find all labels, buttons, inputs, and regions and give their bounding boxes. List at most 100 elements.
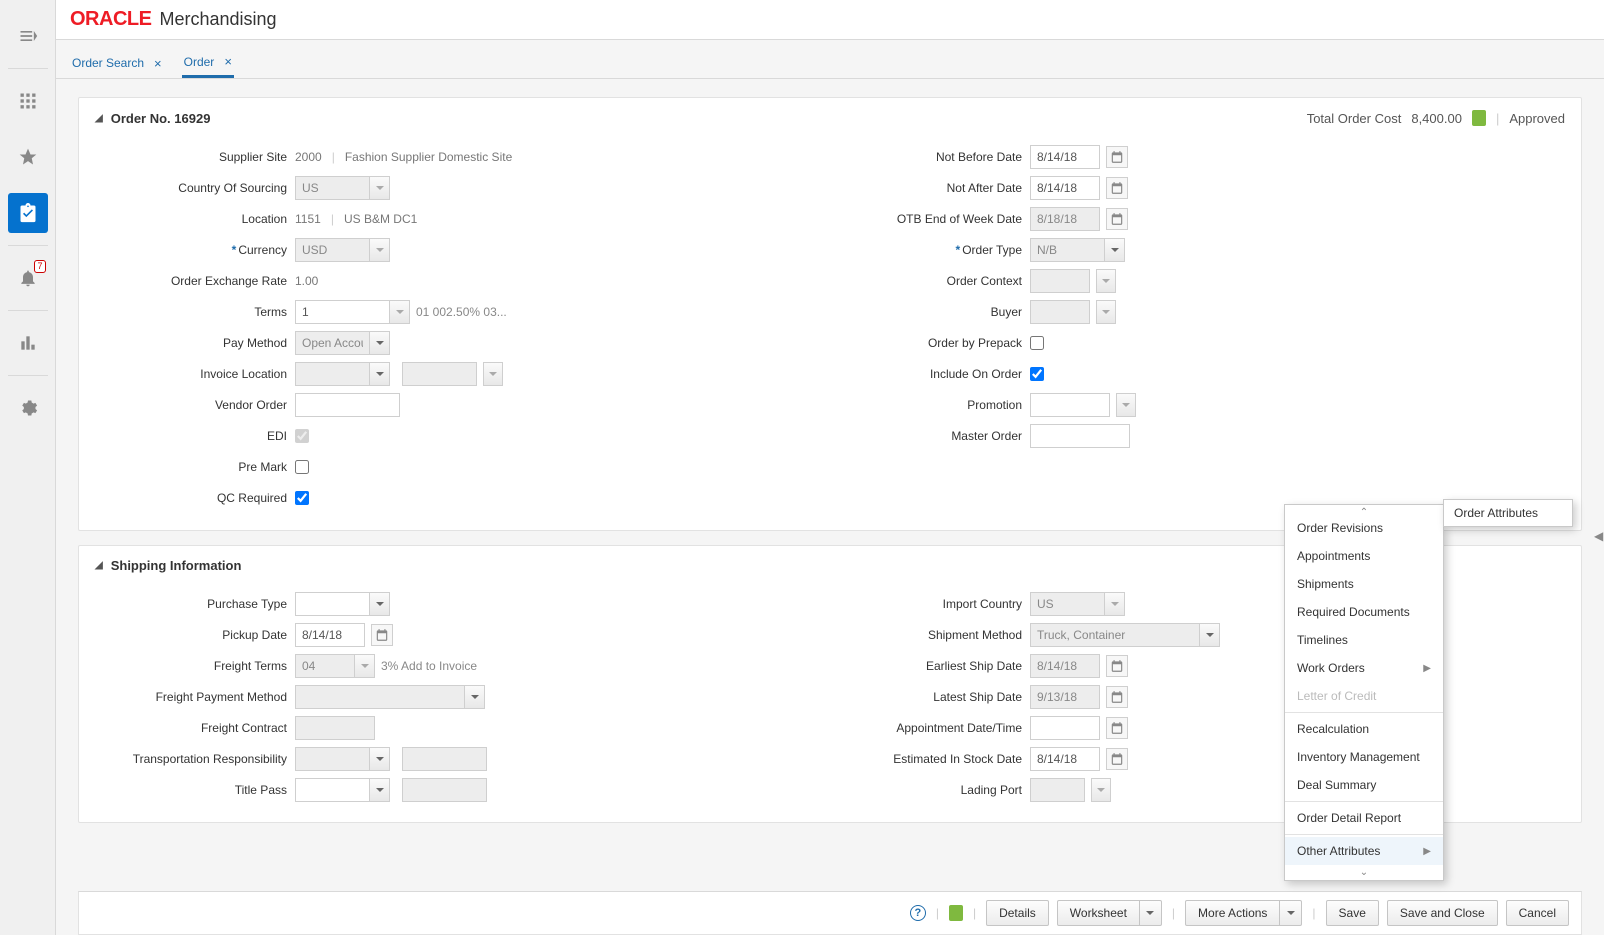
dropdown-icon[interactable] — [1105, 592, 1125, 616]
dropdown-icon[interactable] — [370, 176, 390, 200]
ship-method-select[interactable] — [1030, 623, 1200, 647]
label-freight-pay: Freight Payment Method — [95, 690, 295, 704]
calendar-icon[interactable] — [371, 624, 393, 646]
dropdown-icon[interactable] — [1105, 238, 1125, 262]
not-before-input[interactable] — [1030, 145, 1100, 169]
prepack-checkbox[interactable] — [1030, 336, 1044, 350]
freight-terms-desc: 3% Add to Invoice — [381, 659, 477, 673]
master-order-input[interactable] — [1030, 424, 1130, 448]
calendar-icon[interactable] — [1106, 717, 1128, 739]
help-icon[interactable]: ? — [910, 905, 926, 921]
include-checkbox[interactable] — [1030, 367, 1044, 381]
more-actions-button[interactable]: More Actions — [1185, 900, 1280, 926]
qc-checkbox[interactable] — [295, 491, 309, 505]
scroll-down-icon[interactable]: ⌄ — [1285, 865, 1443, 880]
menu-deal-summary[interactable]: Deal Summary — [1285, 771, 1443, 799]
tab-order[interactable]: Order × — [182, 48, 234, 78]
expand-right-icon[interactable]: ◀ — [1594, 529, 1604, 549]
notes-icon[interactable] — [949, 905, 963, 921]
dropdown-icon[interactable] — [355, 654, 375, 678]
order-type-select[interactable] — [1030, 238, 1105, 262]
close-icon[interactable]: × — [154, 56, 162, 71]
label-currency: *Currency — [95, 243, 295, 257]
pay-method-select[interactable] — [295, 331, 370, 355]
freight-contract-input[interactable] — [295, 716, 375, 740]
title-pass-select[interactable] — [295, 778, 370, 802]
submenu-order-attributes[interactable]: Order Attributes — [1443, 499, 1573, 527]
dropdown-icon[interactable] — [370, 331, 390, 355]
dropdown-icon[interactable] — [370, 747, 390, 771]
dropdown-icon[interactable] — [1091, 778, 1111, 802]
freight-pay-select[interactable] — [295, 685, 465, 709]
dropdown-icon[interactable] — [1200, 623, 1220, 647]
close-icon[interactable]: × — [224, 54, 232, 69]
est-stock-input[interactable] — [1030, 747, 1100, 771]
menu-work-orders[interactable]: Work Orders▶ — [1285, 654, 1443, 682]
worksheet-button[interactable]: Worksheet — [1057, 900, 1140, 926]
cancel-button[interactable]: Cancel — [1506, 900, 1569, 926]
menu-other-attributes[interactable]: Other Attributes▶ Order Attributes — [1285, 837, 1443, 865]
menu-required-documents[interactable]: Required Documents — [1285, 598, 1443, 626]
terms-input[interactable] — [295, 300, 390, 324]
menu-order-revisions[interactable]: Order Revisions — [1285, 514, 1443, 542]
calendar-icon[interactable] — [1106, 177, 1128, 199]
edi-checkbox — [295, 429, 309, 443]
invoice-location-input[interactable] — [402, 362, 477, 386]
purchase-type-select[interactable] — [295, 592, 370, 616]
tasks-icon[interactable] — [8, 193, 48, 233]
pickup-input[interactable] — [295, 623, 365, 647]
menu-inventory-management[interactable]: Inventory Management — [1285, 743, 1443, 771]
title-pass-input[interactable] — [402, 778, 487, 802]
dropdown-icon[interactable] — [483, 362, 503, 386]
freight-terms-input[interactable] — [295, 654, 355, 678]
buyer-input[interactable] — [1030, 300, 1090, 324]
dropdown-icon[interactable] — [370, 362, 390, 386]
menu-timelines[interactable]: Timelines — [1285, 626, 1443, 654]
not-after-input[interactable] — [1030, 176, 1100, 200]
dropdown-icon[interactable] — [370, 592, 390, 616]
order-context-input[interactable] — [1030, 269, 1090, 293]
apps-icon[interactable] — [8, 81, 48, 121]
dropdown-icon[interactable] — [1096, 300, 1116, 324]
dropdown-icon[interactable] — [1116, 393, 1136, 417]
menu-appointments[interactable]: Appointments — [1285, 542, 1443, 570]
tab-order-search[interactable]: Order Search × — [70, 48, 164, 78]
vendor-order-input[interactable] — [295, 393, 400, 417]
disclose-icon[interactable]: ◢ — [95, 113, 103, 124]
calendar-icon[interactable] — [1106, 748, 1128, 770]
cost-detail-icon[interactable] — [1472, 110, 1486, 126]
menu-order-detail-report[interactable]: Order Detail Report — [1285, 804, 1443, 832]
calendar-icon[interactable] — [1106, 146, 1128, 168]
dropdown-icon[interactable] — [465, 685, 485, 709]
dropdown-icon[interactable] — [1096, 269, 1116, 293]
star-icon[interactable] — [8, 137, 48, 177]
nav-toggle-icon[interactable] — [8, 16, 48, 56]
dropdown-icon[interactable] — [390, 300, 410, 324]
invoice-location-select[interactable] — [295, 362, 370, 386]
worksheet-dropdown-icon[interactable] — [1140, 900, 1162, 926]
trans-resp-input[interactable] — [402, 747, 487, 771]
bell-icon[interactable] — [8, 258, 48, 298]
disclose-icon[interactable]: ◢ — [95, 560, 103, 571]
lading-input[interactable] — [1030, 778, 1085, 802]
calendar-icon — [1106, 655, 1128, 677]
appointment-input[interactable] — [1030, 716, 1100, 740]
promotion-input[interactable] — [1030, 393, 1110, 417]
gear-icon[interactable] — [8, 388, 48, 428]
more-actions-dropdown-icon[interactable] — [1280, 900, 1302, 926]
details-button[interactable]: Details — [986, 900, 1049, 926]
premark-checkbox[interactable] — [295, 460, 309, 474]
trans-resp-select[interactable] — [295, 747, 370, 771]
country-select[interactable] — [295, 176, 370, 200]
menu-shipments[interactable]: Shipments — [1285, 570, 1443, 598]
order-panel-header[interactable]: ◢ Order No. 16929 Total Order Cost 8,400… — [79, 98, 1581, 138]
label-freight-terms: Freight Terms — [95, 659, 295, 673]
dropdown-icon[interactable] — [370, 778, 390, 802]
dropdown-icon[interactable] — [370, 238, 390, 262]
import-country-select[interactable] — [1030, 592, 1105, 616]
menu-recalculation[interactable]: Recalculation — [1285, 715, 1443, 743]
save-close-button[interactable]: Save and Close — [1387, 900, 1498, 926]
currency-select[interactable] — [295, 238, 370, 262]
reports-icon[interactable] — [8, 323, 48, 363]
save-button[interactable]: Save — [1326, 900, 1379, 926]
